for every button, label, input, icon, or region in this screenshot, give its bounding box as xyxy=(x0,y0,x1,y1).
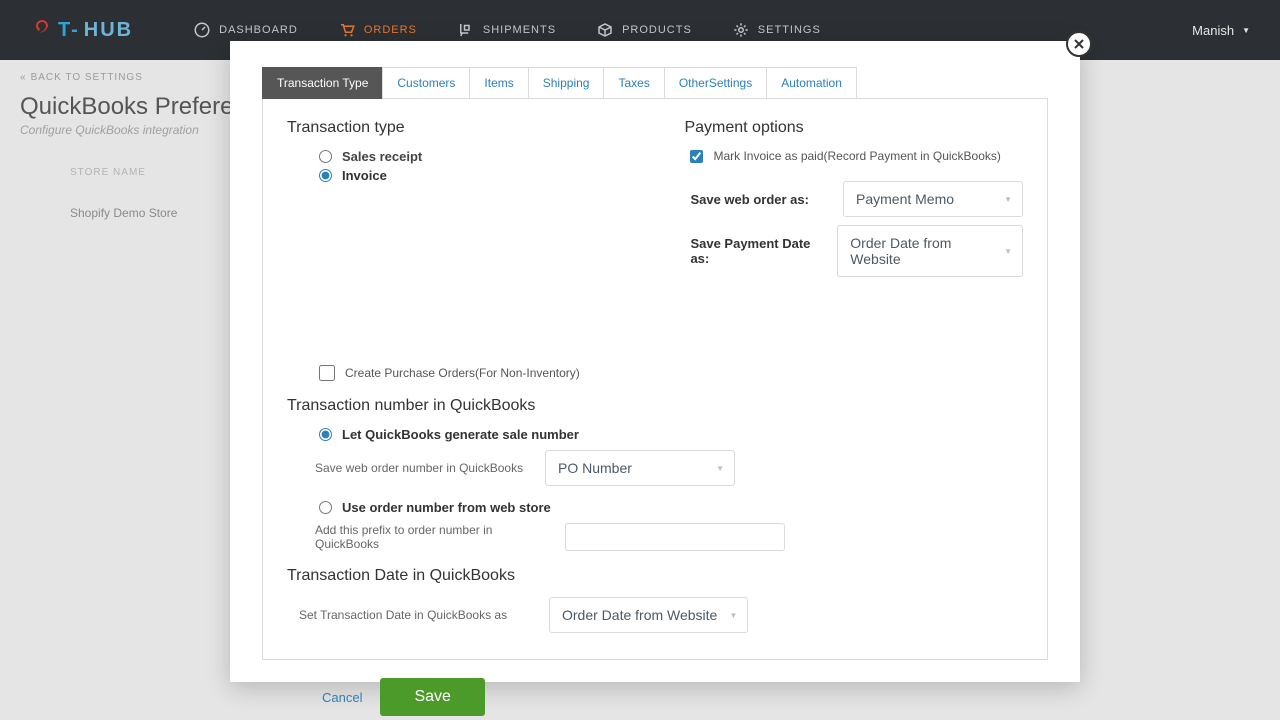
radio-sales-receipt[interactable] xyxy=(319,150,332,163)
cart-icon xyxy=(338,21,356,39)
dolly-icon xyxy=(457,21,475,39)
nav-products-label: PRODUCTS xyxy=(622,24,692,36)
close-icon xyxy=(1073,38,1085,50)
chevron-down-icon: ▼ xyxy=(1004,195,1012,204)
chevron-down-icon: ▼ xyxy=(729,611,737,620)
radio-invoice-label: Invoice xyxy=(342,168,387,183)
select-save-web-order-number-value: PO Number xyxy=(558,460,632,476)
cancel-button[interactable]: Cancel xyxy=(322,690,362,705)
modal-tabs: Transaction Type Customers Items Shippin… xyxy=(262,67,1048,99)
input-prefix[interactable] xyxy=(565,523,785,551)
radio-sales-receipt-label: Sales receipt xyxy=(342,149,422,164)
save-web-order-number-label: Save web order number in QuickBooks xyxy=(315,461,535,475)
tab-other-settings[interactable]: OtherSettings xyxy=(664,67,767,99)
select-save-web-order-number[interactable]: PO Number ▼ xyxy=(545,450,735,486)
nav-settings[interactable]: SETTINGS xyxy=(732,21,821,39)
save-button[interactable]: Save xyxy=(380,678,484,716)
nav-dashboard[interactable]: DASHBOARD xyxy=(193,21,298,39)
payment-options-heading: Payment options xyxy=(684,119,1023,137)
save-payment-date-as-label: Save Payment Date as: xyxy=(690,236,827,266)
radio-invoice[interactable] xyxy=(319,169,332,182)
radio-use-order-number[interactable] xyxy=(319,501,332,514)
box-icon xyxy=(596,21,614,39)
check-mark-invoice-paid[interactable] xyxy=(690,150,703,163)
chevron-down-icon: ▼ xyxy=(1004,247,1012,256)
nav-shipments[interactable]: SHIPMENTS xyxy=(457,21,556,39)
logo-text-2: HUB xyxy=(84,19,133,42)
radio-let-qb-generate-label: Let QuickBooks generate sale number xyxy=(342,427,579,442)
select-save-web-order-as[interactable]: Payment Memo ▼ xyxy=(843,181,1023,217)
nav-shipments-label: SHIPMENTS xyxy=(483,24,556,36)
select-save-payment-date-as[interactable]: Order Date from Website ▼ xyxy=(837,225,1023,277)
user-name: Manish xyxy=(1192,23,1234,38)
nav-items: DASHBOARD ORDERS SHIPMENTS PRODUCTS SETT… xyxy=(193,21,821,39)
save-web-order-as-label: Save web order as: xyxy=(690,192,833,207)
transaction-type-heading: Transaction type xyxy=(287,119,626,137)
gear-icon xyxy=(732,21,750,39)
select-save-web-order-as-value: Payment Memo xyxy=(856,191,954,207)
chevron-down-icon: ▼ xyxy=(1242,26,1250,35)
check-mark-invoice-paid-label: Mark Invoice as paid(Record Payment in Q… xyxy=(713,149,1000,163)
user-menu[interactable]: Manish ▼ xyxy=(1192,23,1250,38)
check-create-purchase-orders-label: Create Purchase Orders(For Non-Inventory… xyxy=(345,366,580,380)
modal-panel: Transaction type Sales receipt Invoice P… xyxy=(262,98,1048,660)
select-set-tx-date[interactable]: Order Date from Website ▼ xyxy=(549,597,748,633)
gauge-icon xyxy=(193,21,211,39)
chevron-down-icon: ▼ xyxy=(716,464,724,473)
logo-icon xyxy=(30,18,54,42)
logo: T-HUB xyxy=(30,18,133,42)
set-tx-date-label: Set Transaction Date in QuickBooks as xyxy=(299,608,539,622)
nav-orders[interactable]: ORDERS xyxy=(338,21,417,39)
add-prefix-label: Add this prefix to order number in Quick… xyxy=(315,523,555,551)
radio-use-order-number-label: Use order number from web store xyxy=(342,500,551,515)
tab-items[interactable]: Items xyxy=(469,67,528,99)
tab-transaction-type[interactable]: Transaction Type xyxy=(262,67,383,99)
nav-orders-label: ORDERS xyxy=(364,24,417,36)
nav-dashboard-label: DASHBOARD xyxy=(219,24,298,36)
close-button[interactable] xyxy=(1066,31,1092,57)
logo-text-1: T- xyxy=(58,19,80,42)
nav-products[interactable]: PRODUCTS xyxy=(596,21,692,39)
modal-footer: Cancel Save xyxy=(322,678,1048,716)
select-save-payment-date-as-value: Order Date from Website xyxy=(850,235,992,267)
preferences-modal: Transaction Type Customers Items Shippin… xyxy=(230,41,1080,682)
check-create-purchase-orders[interactable] xyxy=(319,365,335,381)
radio-let-qb-generate[interactable] xyxy=(319,428,332,441)
transaction-number-heading: Transaction number in QuickBooks xyxy=(287,397,1023,415)
select-set-tx-date-value: Order Date from Website xyxy=(562,607,717,623)
transaction-date-heading: Transaction Date in QuickBooks xyxy=(287,567,1023,585)
tab-taxes[interactable]: Taxes xyxy=(603,67,664,99)
tab-shipping[interactable]: Shipping xyxy=(528,67,605,99)
tab-customers[interactable]: Customers xyxy=(382,67,470,99)
nav-settings-label: SETTINGS xyxy=(758,24,821,36)
tab-automation[interactable]: Automation xyxy=(766,67,857,99)
